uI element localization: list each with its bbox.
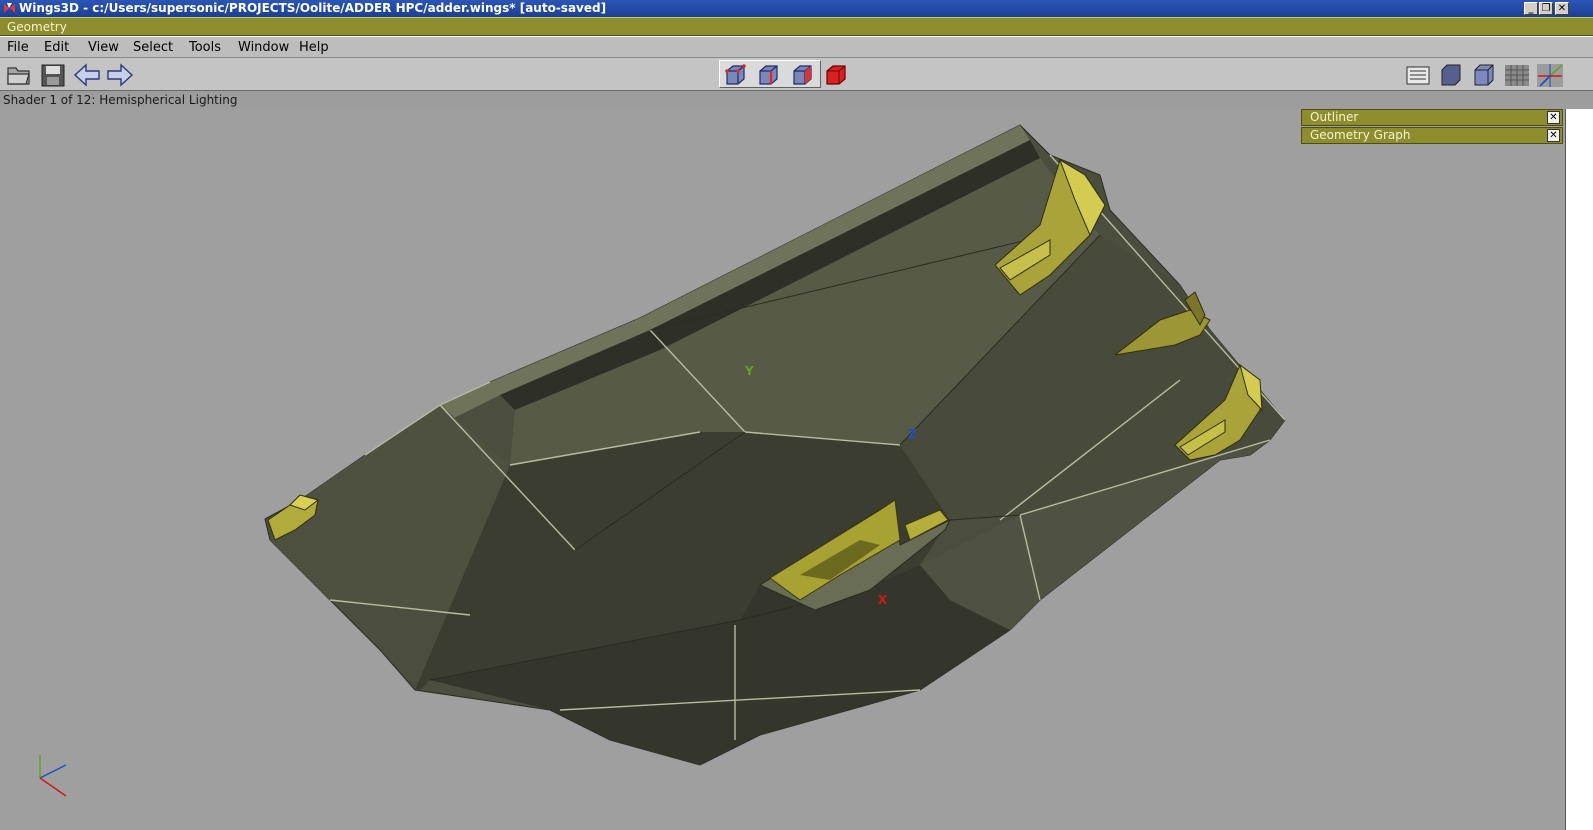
wings3d-app-icon — [4, 3, 15, 13]
outliner-panel-bar[interactable]: Outliner ✕ — [1301, 109, 1563, 126]
face-select-icon[interactable] — [788, 62, 816, 88]
menu-bar: File Edit View Select Tools Window Help — [0, 37, 1593, 58]
restore-button[interactable]: ❐ — [1539, 2, 1553, 15]
geometry-window-title: Geometry — [7, 20, 67, 34]
axes-icon[interactable] — [1536, 62, 1564, 88]
undo-arrow-icon[interactable] — [73, 62, 101, 88]
y-axis-label: Y — [744, 364, 754, 378]
outliner-label: Outliner — [1310, 110, 1359, 124]
menu-view[interactable]: View — [88, 40, 119, 55]
3d-viewport[interactable]: Y Z X Outliner ✕ Geometry Graph ✕ — [0, 109, 1593, 830]
close-button[interactable]: ✕ — [1555, 2, 1569, 15]
menu-help[interactable]: Help — [299, 40, 329, 55]
menu-tools[interactable]: Tools — [189, 40, 221, 55]
z-axis-label: Z — [908, 427, 917, 441]
menu-select[interactable]: Select — [133, 40, 173, 55]
geometry-window-header: Geometry — [0, 17, 1593, 36]
smooth-shaded-icon[interactable] — [1437, 62, 1465, 88]
geometry-graph-panel-bar[interactable]: Geometry Graph ✕ — [1301, 127, 1563, 144]
shader-status-line: Shader 1 of 12: Hemispherical Lighting — [0, 91, 1593, 109]
toolbar — [0, 58, 1593, 91]
shader-info: Shader 1 of 12: Hemispherical Lighting — [3, 93, 238, 107]
window-title: Wings3D - c:/Users/supersonic/PROJECTS/O… — [19, 1, 607, 15]
save-disk-icon[interactable] — [39, 62, 67, 88]
object-select-icon[interactable] — [822, 62, 850, 88]
x-axis-label: X — [878, 593, 888, 607]
redo-arrow-icon[interactable] — [106, 62, 134, 88]
minimize-button[interactable]: _ — [1524, 2, 1538, 15]
axis-gizmo — [39, 754, 67, 797]
vertex-select-icon[interactable] — [721, 62, 749, 88]
geometry-graph-label: Geometry Graph — [1310, 128, 1411, 142]
menu-window[interactable]: Window — [238, 40, 289, 55]
title-bar: Wings3D - c:/Users/supersonic/PROJECTS/O… — [0, 0, 1593, 17]
geometry-graph-close-icon[interactable]: ✕ — [1547, 129, 1560, 142]
flat-shaded-icon[interactable] — [1470, 62, 1498, 88]
spaceship-model[interactable]: Y Z X — [0, 109, 1593, 830]
workmode-icon[interactable] — [1404, 62, 1432, 88]
menu-edit[interactable]: Edit — [44, 40, 69, 55]
groundplane-icon[interactable] — [1503, 62, 1531, 88]
window-right-edge — [1565, 109, 1593, 830]
open-folder-icon[interactable] — [5, 62, 33, 88]
menu-file[interactable]: File — [7, 40, 29, 55]
outliner-close-icon[interactable]: ✕ — [1547, 111, 1560, 124]
edge-select-icon[interactable] — [754, 62, 782, 88]
